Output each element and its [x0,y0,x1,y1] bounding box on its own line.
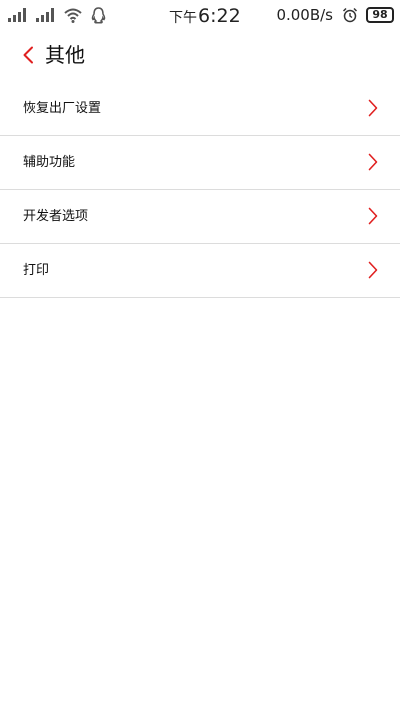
list-item-developer-options[interactable]: 开发者选项 [0,190,400,244]
settings-list: 恢复出厂设置 辅助功能 开发者选项 打印 [0,82,400,298]
status-right: 0.00B/s 98 [276,3,394,27]
header: 其他 [0,38,400,72]
chevron-right-icon [368,207,378,225]
list-item-label: 辅助功能 [23,155,76,170]
back-button[interactable] [17,42,39,68]
alarm-icon [342,7,358,23]
qq-icon [91,6,106,24]
chevron-left-icon [23,46,33,64]
list-item-factory-reset[interactable]: 恢复出厂设置 [0,82,400,136]
chevron-right-icon [368,261,378,279]
battery-icon: 98 [366,7,394,23]
list-item-label: 打印 [23,263,50,278]
page-title: 其他 [45,43,85,67]
signal-icon [8,8,27,22]
clock-time: 6:22 [198,5,241,27]
chevron-right-icon [368,153,378,171]
clock-ampm: 下午 [169,10,197,26]
chevron-right-icon [368,99,378,117]
list-item-accessibility[interactable]: 辅助功能 [0,136,400,190]
network-speed: 0.00B/s [276,6,333,24]
signal-icon [36,8,55,22]
status-clock: 下午 6:22 [169,2,241,28]
status-bar: 下午 6:22 0.00B/s 98 [0,0,400,30]
list-item-label: 恢复出厂设置 [23,101,102,116]
list-item-print[interactable]: 打印 [0,244,400,298]
wifi-icon [64,8,82,23]
status-left [8,4,115,26]
list-item-label: 开发者选项 [23,209,89,224]
